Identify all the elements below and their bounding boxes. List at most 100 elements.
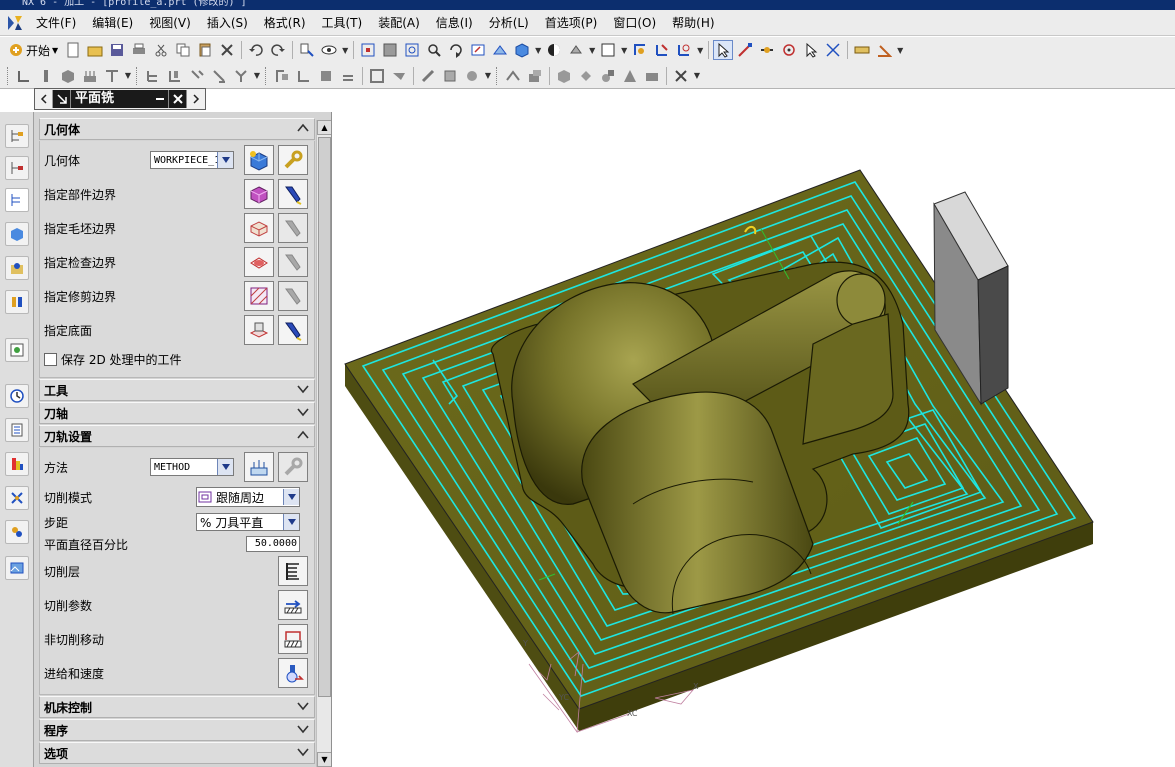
cut-levels-button[interactable] <box>278 556 308 586</box>
menu-format[interactable]: 格式(R) <box>256 10 314 36</box>
fit-view-icon[interactable] <box>358 40 378 60</box>
section-path-settings-header[interactable]: 刀轨设置 <box>39 425 315 447</box>
undo-icon[interactable] <box>246 40 266 60</box>
menu-assembly[interactable]: 装配(A) <box>370 10 428 36</box>
close-icon[interactable] <box>169 90 187 108</box>
redo-icon[interactable] <box>268 40 288 60</box>
expand-panel-icon[interactable] <box>187 90 205 108</box>
background-color-icon[interactable] <box>598 40 618 60</box>
menu-info[interactable]: 信息(I) <box>428 10 481 36</box>
chevron-down-icon[interactable]: ▼ <box>484 66 492 86</box>
cut-operation-icon[interactable] <box>231 66 251 86</box>
shaded-cube-icon[interactable] <box>512 40 532 60</box>
snap-endpoint-icon[interactable] <box>735 40 755 60</box>
create-tool-icon[interactable] <box>36 66 56 86</box>
chevron-down-icon[interactable]: ▼ <box>534 40 542 60</box>
menu-help[interactable]: 帮助(H) <box>664 10 722 36</box>
menu-analysis[interactable]: 分析(L) <box>481 10 537 36</box>
invert-display-icon[interactable] <box>642 66 662 86</box>
pan-icon[interactable] <box>468 40 488 60</box>
chevron-down-icon[interactable]: ▼ <box>620 40 628 60</box>
zoom-icon[interactable] <box>424 40 444 60</box>
geometry-view-icon[interactable] <box>187 66 207 86</box>
select-part-boundary-button[interactable] <box>244 179 274 209</box>
new-file-icon[interactable] <box>63 40 83 60</box>
edit-method-button[interactable] <box>278 452 308 482</box>
feeds-button[interactable] <box>278 658 308 688</box>
section-options-header[interactable]: 选项 <box>39 742 315 764</box>
wcs-dynamic-icon[interactable] <box>630 40 650 60</box>
copy-icon[interactable] <box>173 40 193 60</box>
toolbar-grip[interactable] <box>136 66 139 85</box>
menu-preferences[interactable]: 首选项(P) <box>537 10 606 36</box>
hide-icon[interactable] <box>620 66 640 86</box>
blank-icon[interactable] <box>554 66 574 86</box>
edit-object-icon[interactable] <box>418 66 438 86</box>
toolbar-grip[interactable] <box>265 66 268 85</box>
method-view-icon[interactable] <box>209 66 229 86</box>
palettes-icon[interactable] <box>5 556 29 580</box>
save-icon[interactable] <box>107 40 127 60</box>
assembly-navigator-icon[interactable] <box>5 124 29 148</box>
select-floor-button[interactable] <box>244 315 274 345</box>
rotate-icon[interactable] <box>446 40 466 60</box>
create-program-icon[interactable] <box>14 66 34 86</box>
cut-params-button[interactable] <box>278 590 308 620</box>
transform-icon[interactable] <box>525 66 545 86</box>
create-operation-icon[interactable] <box>102 66 122 86</box>
open-file-icon[interactable] <box>85 40 105 60</box>
generate-toolpath-icon[interactable] <box>272 66 292 86</box>
show-only-icon[interactable] <box>598 66 618 86</box>
minimize-icon[interactable] <box>151 90 169 108</box>
save-2d-checkbox[interactable] <box>44 352 57 366</box>
stepover-select[interactable]: % 刀具平直 <box>196 513 300 531</box>
roles-icon[interactable] <box>5 486 29 510</box>
snap-point-icon[interactable] <box>801 40 821 60</box>
menu-file[interactable]: 文件(F) <box>28 10 84 36</box>
chevron-down-icon[interactable]: ▼ <box>588 40 596 60</box>
toolbar-grip[interactable] <box>7 66 10 85</box>
object-display-icon[interactable] <box>503 66 523 86</box>
chevron-down-icon[interactable]: ▼ <box>253 66 261 86</box>
chevron-down-icon[interactable]: ▼ <box>341 40 349 60</box>
collapse-panel-icon[interactable] <box>35 90 53 108</box>
select-check-boundary-button[interactable] <box>244 247 274 277</box>
toolbar-grip[interactable] <box>496 66 499 85</box>
unblank-icon[interactable] <box>576 66 596 86</box>
new-method-button[interactable] <box>244 452 274 482</box>
list-toolpath-icon[interactable] <box>316 66 336 86</box>
snap-midpoint-icon[interactable] <box>757 40 777 60</box>
select-trim-boundary-button[interactable] <box>244 281 274 311</box>
show-check-boundary-button[interactable] <box>278 247 308 277</box>
show-floor-button[interactable] <box>278 315 308 345</box>
select-icon[interactable] <box>713 40 734 60</box>
graphics-viewport[interactable]: Y YC XC X <box>333 104 1175 767</box>
geometry-select[interactable]: WORKPIECE_1 <box>150 151 234 169</box>
section-tool-axis-header[interactable]: 刀轴 <box>39 402 315 424</box>
show-hide-icon[interactable] <box>319 40 339 60</box>
zoom-window-icon[interactable] <box>380 40 400 60</box>
percent-diameter-input[interactable]: 50.0000 <box>246 536 300 552</box>
snap-intersect-icon[interactable] <box>823 40 843 60</box>
show-part-boundary-button[interactable] <box>278 179 308 209</box>
chevron-down-icon[interactable]: ▼ <box>696 40 704 60</box>
cut-object-icon[interactable] <box>440 66 460 86</box>
show-trim-boundary-button[interactable] <box>278 281 308 311</box>
replay-toolpath-icon[interactable] <box>294 66 314 86</box>
machine-navigator-icon[interactable] <box>5 222 29 246</box>
snap-center-icon[interactable] <box>779 40 799 60</box>
operation-navigator-icon[interactable] <box>5 188 29 212</box>
menu-window[interactable]: 窗口(O) <box>605 10 664 36</box>
create-geometry-icon[interactable] <box>58 66 78 86</box>
system-scenes-icon[interactable] <box>5 520 29 544</box>
render-style-icon[interactable] <box>544 40 564 60</box>
wcs-origin-icon[interactable] <box>652 40 672 60</box>
new-geometry-button[interactable] <box>244 145 274 175</box>
system-materials-icon[interactable] <box>5 418 29 442</box>
menu-insert[interactable]: 插入(S) <box>199 10 256 36</box>
measure-angle-icon[interactable] <box>874 40 894 60</box>
edit-geometry-button[interactable] <box>278 145 308 175</box>
delete-operation-icon[interactable] <box>671 66 691 86</box>
print-icon[interactable] <box>129 40 149 60</box>
measure-distance-icon[interactable] <box>852 40 872 60</box>
